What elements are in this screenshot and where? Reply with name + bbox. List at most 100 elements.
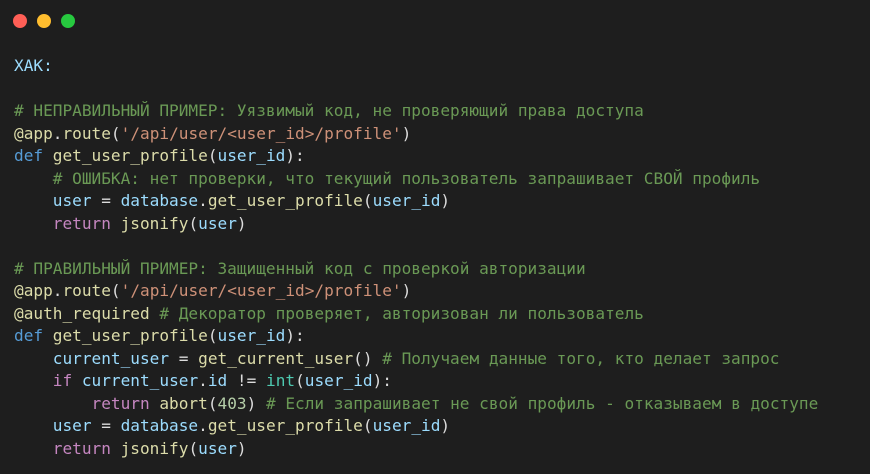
close-window-icon[interactable] — [13, 14, 27, 28]
code-token: ) — [246, 393, 266, 413]
code-line: if current_user.id != int(user_id): — [14, 370, 818, 393]
code-token: # Получаем данные того, кто делает запро… — [382, 348, 780, 368]
code-line: ​ — [14, 235, 818, 258]
code-token: # ОШИБКА: нет проверки, что текущий поль… — [52, 168, 761, 188]
code-token: user — [198, 438, 237, 458]
code-token: ( — [207, 146, 218, 165]
code-token: # Декоратор проверяет, авторизован ли по… — [159, 303, 644, 323]
code-token: '/api/user/<user_id>/profile' — [120, 281, 402, 300]
code-token: ) — [401, 281, 412, 300]
code-token: = — [169, 348, 199, 368]
code-token: int — [266, 371, 296, 390]
code-token: . — [52, 281, 63, 300]
code-token: user — [52, 191, 92, 210]
code-token: ( — [362, 416, 373, 435]
code-token: get_user_profile — [207, 191, 363, 210]
code-token: return — [52, 213, 111, 233]
code-token: ) — [401, 123, 412, 143]
code-token: ХАК: — [14, 56, 53, 75]
code-token: return — [91, 393, 150, 413]
code-token: ): — [285, 326, 305, 345]
code-token: ) — [440, 416, 451, 435]
code-token: route — [62, 281, 111, 300]
code-line: def get_user_profile(user_id): — [14, 145, 818, 168]
code-line: # ПРАВИЛЬНЫЙ ПРИМЕР: Защищенный код с пр… — [14, 258, 818, 281]
code-token: ( — [110, 281, 121, 300]
code-token: () — [353, 348, 383, 368]
code-token: ): — [372, 371, 392, 390]
code-token: ( — [188, 213, 199, 233]
code-token: @auth_required — [14, 303, 150, 323]
code-token: if — [52, 371, 73, 390]
code-line: return jsonify(user) — [14, 213, 818, 236]
code-token: ): — [285, 146, 305, 165]
code-token: user_id — [372, 416, 441, 435]
code-line: return abort(403) # Если запрашивает не … — [14, 393, 819, 416]
code-token: = — [91, 416, 121, 435]
code-token: ( — [207, 326, 218, 345]
code-token: @app — [14, 123, 53, 143]
code-line: # НЕПРАВИЛЬНЫЙ ПРИМЕР: Уязвимый код, не … — [14, 100, 818, 123]
code-line: @app.route('/api/user/<user_id>/profile'… — [14, 123, 818, 146]
code-token: abort — [159, 393, 208, 413]
code-token: ) — [236, 438, 247, 458]
code-block: ХАК: ​ # НЕПРАВИЛЬНЫЙ ПРИМЕР: Уязвимый код… — [14, 55, 818, 460]
code-token: ( — [110, 123, 121, 143]
code-token: ( — [295, 371, 305, 390]
code-token: get_user_profile — [52, 146, 208, 165]
code-token: ) — [440, 191, 451, 210]
code-token: . — [198, 416, 208, 435]
maximize-window-icon[interactable] — [61, 14, 75, 28]
code-token: database — [120, 191, 199, 210]
code-line: @app.route('/api/user/<user_id>/profile'… — [14, 280, 818, 303]
code-token: get_current_user — [198, 348, 354, 368]
code-token: @app — [14, 281, 53, 300]
code-token: . — [198, 371, 208, 390]
code-token: user_id — [217, 326, 286, 345]
code-token: = — [91, 191, 121, 210]
code-line: return jsonify(user) — [14, 438, 818, 461]
code-line: def get_user_profile(user_id): — [14, 325, 818, 348]
code-token: ( — [207, 393, 218, 413]
code-token: return — [52, 438, 111, 458]
code-token: 403 — [217, 393, 247, 413]
code-token: . — [198, 191, 208, 210]
code-token: user_id — [217, 146, 286, 165]
code-token: get_user_profile — [207, 416, 363, 435]
code-token: . — [52, 123, 63, 143]
code-token: database — [120, 416, 199, 435]
code-line: @auth_required # Декоратор проверяет, ав… — [14, 303, 818, 326]
code-token: user — [52, 416, 92, 435]
minimize-window-icon[interactable] — [37, 14, 51, 28]
code-window: ХАК: ​ # НЕПРАВИЛЬНЫЙ ПРИМЕР: Уязвимый код… — [0, 0, 870, 474]
code-token: def — [14, 326, 44, 345]
code-token: id — [207, 371, 228, 390]
code-token: # Если запрашивает не свой профиль - отк… — [265, 393, 819, 413]
code-token: # НЕПРАВИЛЬНЫЙ ПРИМЕР: Уязвимый код, не … — [14, 101, 644, 120]
code-line: user = database.get_user_profile(user_id… — [14, 190, 818, 213]
code-token: '/api/user/<user_id>/profile' — [120, 123, 402, 143]
code-token: current_user — [52, 348, 170, 368]
code-token: user_id — [304, 371, 373, 390]
code-token: def — [14, 146, 44, 165]
code-line: ХАК: — [14, 55, 818, 78]
code-token: ) — [236, 213, 247, 233]
code-token: user_id — [372, 191, 441, 210]
code-line: # ОШИБКА: нет проверки, что текущий поль… — [14, 168, 818, 191]
code-token: route — [62, 123, 111, 143]
code-token: current_user — [81, 371, 199, 390]
code-line: current_user = get_current_user() # Полу… — [14, 348, 818, 371]
